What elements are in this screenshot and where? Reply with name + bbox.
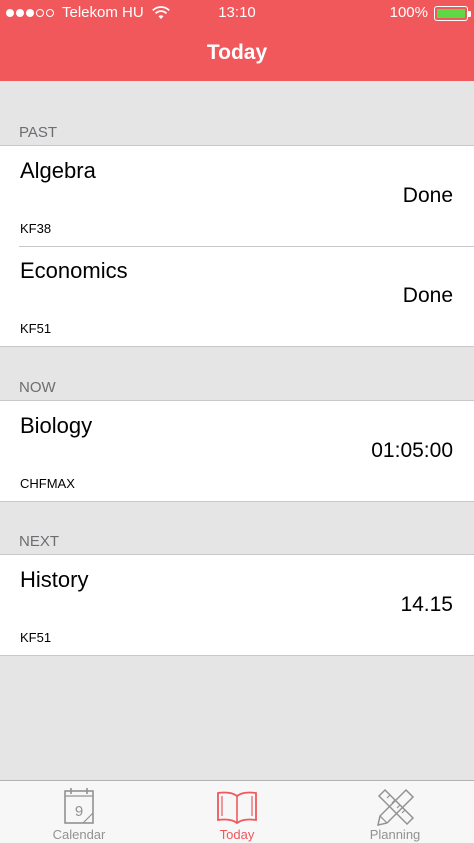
calendar-icon: 9: [64, 788, 94, 824]
section-header-now: NOW: [19, 379, 56, 396]
book-icon: [217, 791, 257, 825]
tab-bar: 9 Calendar Today Planning: [0, 780, 474, 843]
class-title: Algebra: [20, 158, 96, 183]
class-start-time: 14.15: [400, 593, 453, 616]
class-room: CHFMAX: [20, 476, 75, 491]
class-title: Economics: [20, 258, 128, 283]
class-status: Done: [402, 284, 453, 307]
battery-percentage: 100%: [389, 4, 428, 21]
tab-label: Today: [219, 827, 255, 842]
class-room: KF38: [20, 221, 52, 236]
class-status: Done: [402, 184, 453, 207]
class-row-biology[interactable]: Biology 01:05:00 CHFMAX: [0, 401, 474, 501]
tab-label: Calendar: [52, 827, 106, 842]
section-next: History 14.15 KF51: [0, 554, 474, 656]
section-now: Biology 01:05:00 CHFMAX: [0, 400, 474, 502]
tab-today[interactable]: Today: [158, 781, 316, 843]
class-room: KF51: [20, 630, 52, 645]
section-header-next: NEXT: [19, 533, 60, 550]
tab-calendar[interactable]: 9 Calendar: [0, 781, 158, 843]
battery-icon: [434, 5, 471, 21]
pencil-ruler-icon: [377, 788, 415, 826]
class-room: KF51: [20, 321, 52, 336]
tab-planning[interactable]: Planning: [316, 781, 474, 843]
carrier-name: Telekom HU: [62, 4, 144, 21]
calendar-day-number: 9: [75, 803, 83, 820]
status-bar: Telekom HU 13:10 100%: [0, 0, 474, 26]
tab-label: Planning: [369, 827, 421, 842]
navigation-header: Telekom HU 13:10 100% Today: [0, 0, 474, 81]
signal-strength-icon: [6, 9, 56, 17]
section-past: Algebra Done KF38 Economics Done KF51: [0, 145, 474, 347]
class-row-history[interactable]: History 14.15 KF51: [0, 555, 474, 655]
class-countdown: 01:05:00: [371, 439, 453, 462]
class-title: History: [20, 567, 89, 592]
class-row-economics[interactable]: Economics Done KF51: [0, 246, 474, 346]
class-row-algebra[interactable]: Algebra Done KF38: [0, 146, 474, 246]
section-header-past: PAST: [19, 124, 58, 141]
battery-level-fill: [437, 8, 465, 18]
wifi-icon: [151, 6, 170, 19]
class-title: Biology: [20, 413, 93, 438]
page-title: Today: [206, 41, 268, 64]
